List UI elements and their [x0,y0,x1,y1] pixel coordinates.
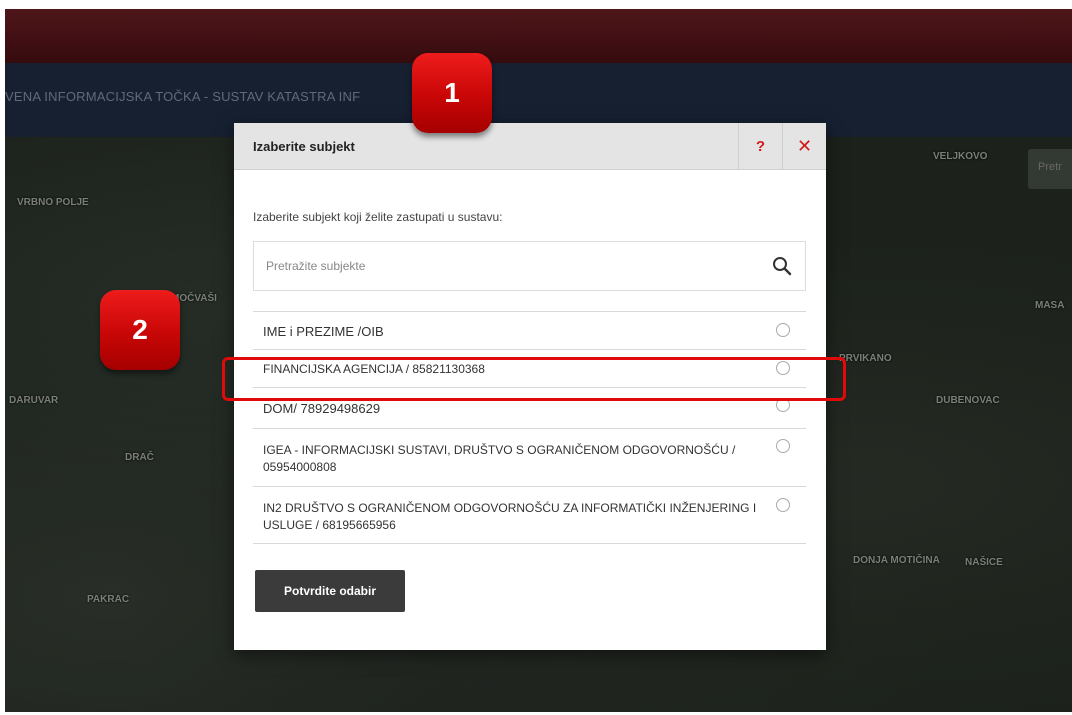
radio-button[interactable] [776,439,790,453]
dialog-title: Izaberite subjekt [253,139,355,154]
subject-option[interactable]: IME i PREZIME /OIB [253,311,806,349]
search-input[interactable] [254,242,764,290]
step-callout-2: 2 [100,290,180,370]
confirm-selection-button[interactable]: Potvrdite odabir [255,570,405,612]
dialog-header: Izaberite subjekt ? ✕ [234,123,826,170]
subject-label: IGEA - INFORMACIJSKI SUSTAVI, DRUŠTVO S … [263,443,736,474]
highlight-frame [222,357,846,401]
search-icon[interactable] [772,256,792,276]
search-box [253,241,806,291]
subject-label: IME i PREZIME /OIB [263,324,384,339]
close-icon: ✕ [796,136,813,156]
subject-option[interactable]: IN2 DRUŠTVO S OGRANIČENOM ODGOVORNOŠĆU Z… [253,486,806,544]
subject-list: IME i PREZIME /OIB FINANCIJSKA AGENCIJA … [253,311,806,544]
help-button[interactable]: ? [738,123,782,170]
subject-label: DOM/ 78929498629 [263,401,381,416]
help-icon: ? [755,138,766,155]
step-callout-1: 1 [412,53,492,133]
radio-button[interactable] [776,323,790,337]
subject-option[interactable]: IGEA - INFORMACIJSKI SUSTAVI, DRUŠTVO S … [253,428,806,486]
subject-label: IN2 DRUŠTVO S OGRANIČENOM ODGOVORNOŠĆU Z… [263,501,757,532]
close-button[interactable]: ✕ [782,123,826,170]
radio-button[interactable] [776,498,790,512]
dialog-instruction: Izaberite subjekt koji želite zastupati … [253,210,503,224]
